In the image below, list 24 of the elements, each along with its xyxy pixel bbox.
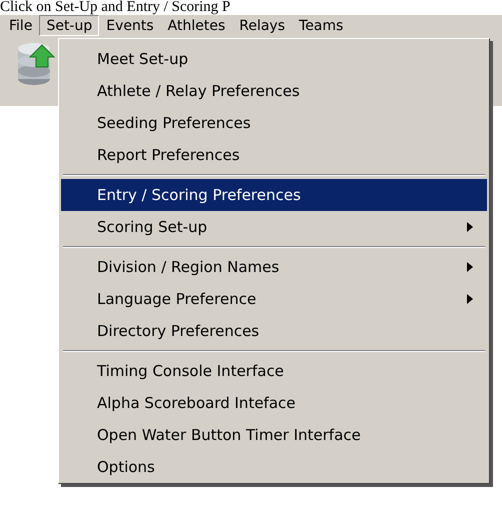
- menu-bar-item[interactable]: Athletes: [160, 15, 232, 36]
- menu-item[interactable]: Entry / Scoring Preferences: [61, 179, 487, 211]
- menu-item[interactable]: Alpha Scoreboard Inteface: [61, 387, 487, 419]
- submenu-arrow-icon: [467, 222, 473, 232]
- menu-item[interactable]: Division / Region Names: [61, 251, 487, 283]
- menu-bar-item[interactable]: Events: [99, 15, 161, 36]
- menu-bar-item[interactable]: Teams: [292, 15, 350, 36]
- menu-item[interactable]: Seeding Preferences: [61, 107, 487, 139]
- menu-item[interactable]: Directory Preferences: [61, 315, 487, 347]
- menu-bar-item[interactable]: File: [2, 15, 40, 36]
- menu-bar-item[interactable]: Relays: [232, 15, 292, 36]
- menu-item[interactable]: Timing Console Interface: [61, 355, 487, 387]
- submenu-arrow-icon: [467, 294, 473, 304]
- submenu-arrow-icon: [467, 262, 473, 272]
- menu-item[interactable]: Meet Set-up: [61, 43, 487, 75]
- caption-text: Click on Set-Up and Entry / Scoring P: [0, 0, 232, 15]
- menu-item[interactable]: Athlete / Relay Preferences: [61, 75, 487, 107]
- database-upload-icon[interactable]: [16, 41, 56, 87]
- menu-bar-item[interactable]: Set-up: [39, 15, 100, 36]
- menu-item[interactable]: Scoring Set-up: [61, 211, 487, 243]
- menu-item[interactable]: Report Preferences: [61, 139, 487, 171]
- menu-item[interactable]: Language Preference: [61, 283, 487, 315]
- menu-item[interactable]: Options: [61, 451, 487, 483]
- menu-item[interactable]: Open Water Button Timer Interface: [61, 419, 487, 451]
